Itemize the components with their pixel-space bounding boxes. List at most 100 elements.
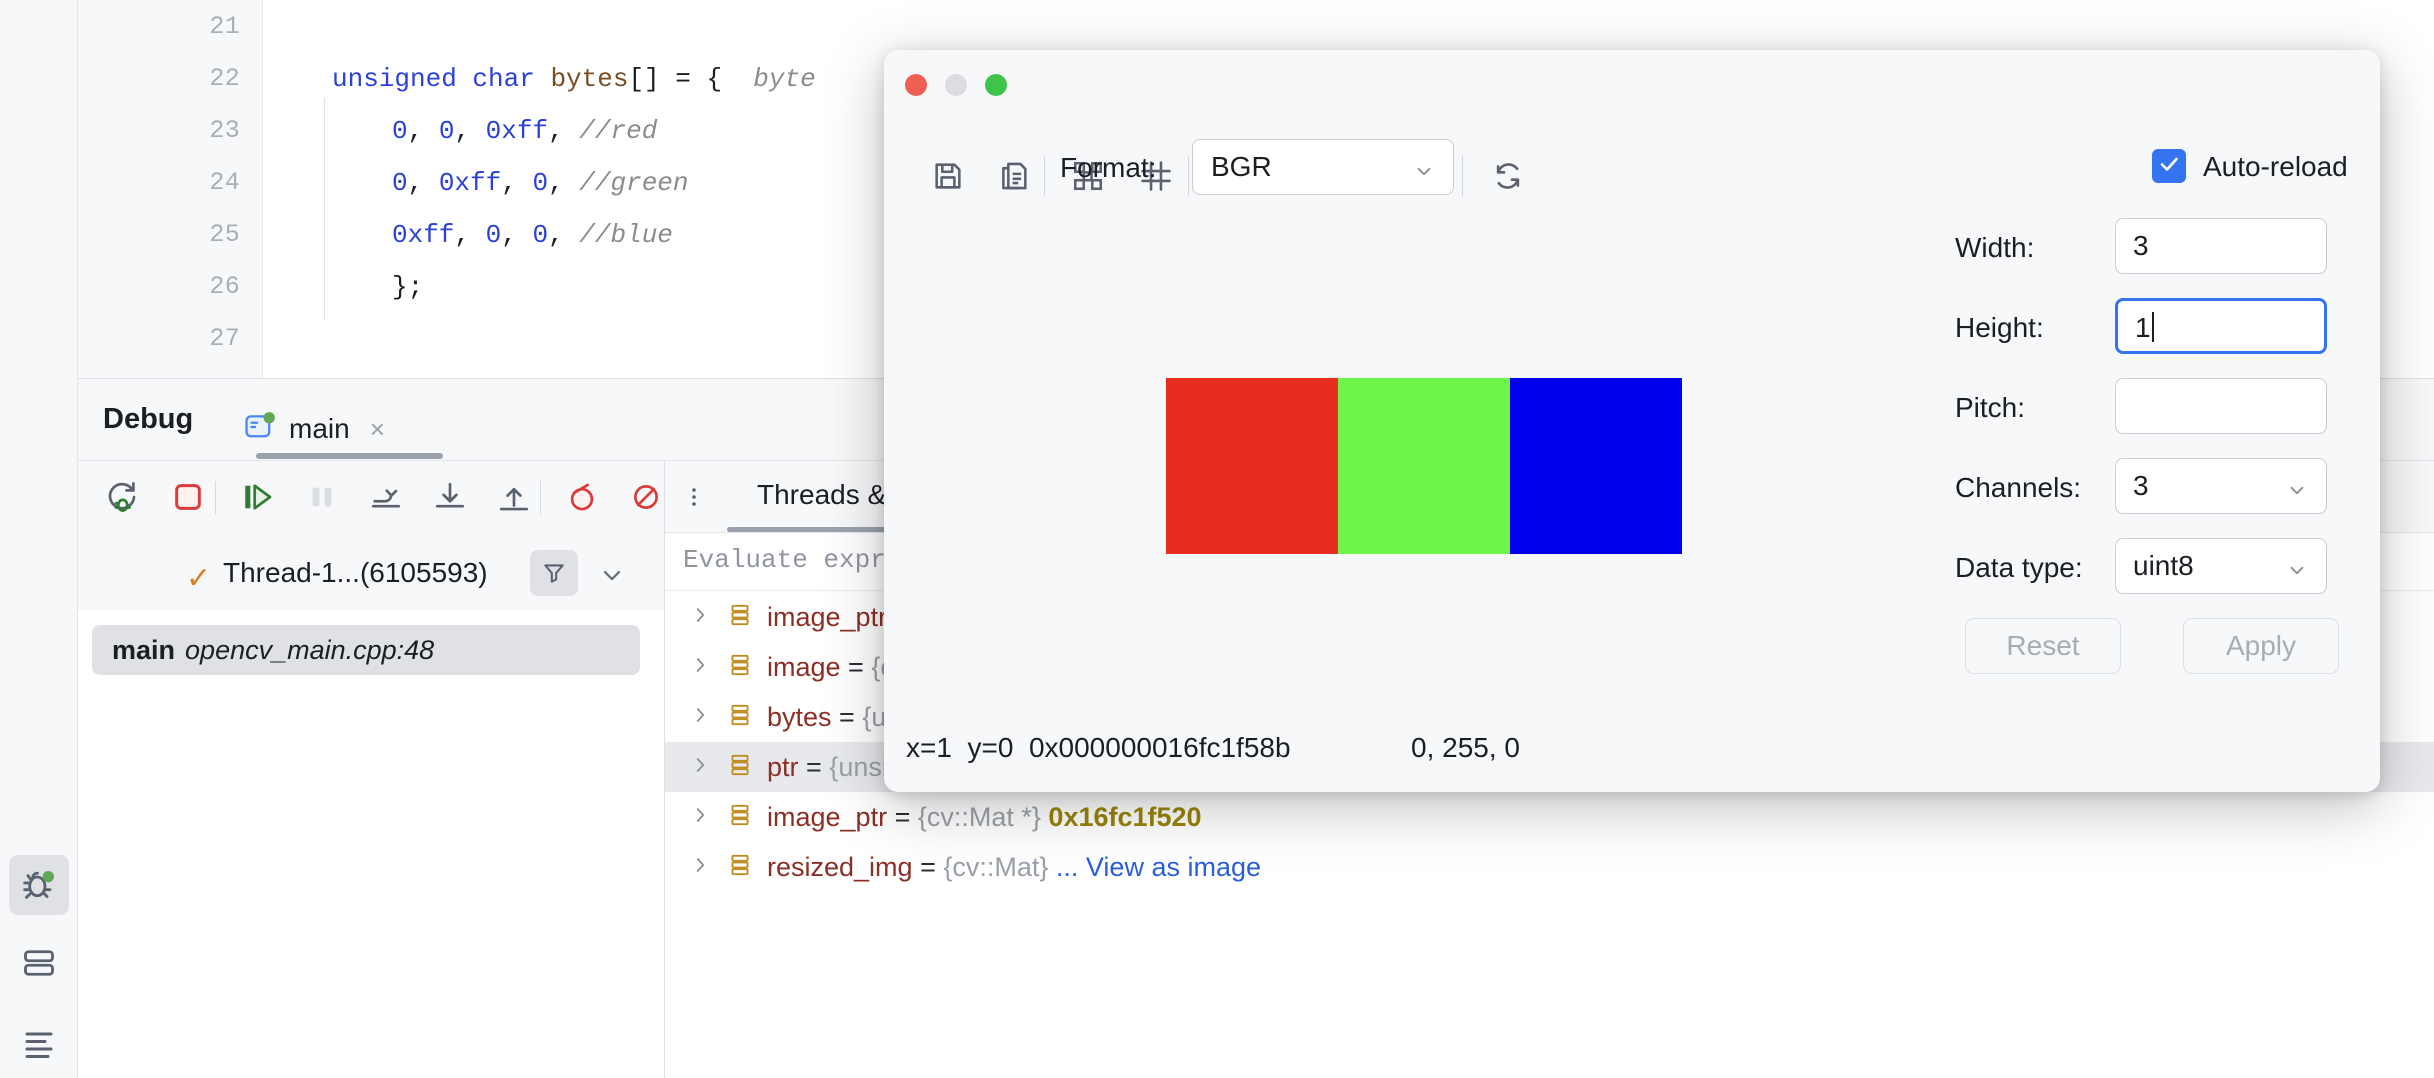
variable-type: {cv::Mat *}	[918, 802, 1049, 832]
chevron-right-icon[interactable]	[689, 702, 711, 733]
code-token: //green	[579, 168, 688, 198]
stop-icon[interactable]	[166, 475, 210, 519]
variable-name: resized_img	[767, 852, 913, 882]
variable-text: resized_img = {cv::Mat} ... View as imag…	[767, 852, 1261, 883]
minimize-window-button[interactable]	[945, 74, 967, 96]
code-token: ,	[548, 220, 579, 250]
sidebar-item-debug[interactable]	[9, 855, 69, 915]
variable-icon	[727, 702, 753, 733]
copy-image-icon[interactable]	[988, 150, 1040, 202]
height-input[interactable]: 1	[2115, 298, 2327, 354]
debug-toolbar	[78, 461, 664, 533]
indent-guide	[324, 98, 325, 320]
table-row[interactable]: image_ptr = {cv::Mat *} 0x16fc1f520	[665, 792, 2434, 842]
width-label: Width:	[1955, 232, 2034, 264]
page-title: Debug	[103, 403, 193, 436]
close-window-button[interactable]	[905, 74, 927, 96]
filter-icon[interactable]	[530, 550, 578, 596]
chevron-right-icon[interactable]	[689, 602, 711, 633]
list-item[interactable]: main opencv_main.cpp:48	[92, 625, 640, 675]
auto-reload-checkbox[interactable]	[2152, 149, 2186, 183]
mute-breakpoints-icon[interactable]	[560, 475, 604, 519]
view-breakpoints-icon[interactable]	[624, 475, 668, 519]
channels-value: 3	[2133, 470, 2149, 502]
app-root: 21 22 23 24 25 26 27 unsigned char bytes…	[0, 0, 2434, 1078]
code-token: ,	[454, 116, 485, 146]
image-pixel[interactable]	[1166, 378, 1338, 554]
maximize-window-button[interactable]	[985, 74, 1007, 96]
line-number: 25	[120, 220, 240, 249]
code-token: 0	[392, 116, 408, 146]
rerun-debug-icon[interactable]	[100, 475, 144, 519]
width-input[interactable]: 3	[2115, 218, 2327, 274]
variable-name: image_ptr	[767, 602, 887, 632]
height-label: Height:	[1955, 312, 2044, 344]
chevron-down-icon[interactable]	[598, 561, 626, 594]
image-canvas[interactable]	[884, 218, 1963, 710]
thread-name-label: Thread-1...(6105593)	[223, 557, 488, 589]
step-out-icon[interactable]	[492, 475, 536, 519]
code-token: 0xff	[439, 168, 501, 198]
data-type-value: uint8	[2133, 550, 2194, 582]
image-pixel[interactable]	[1510, 378, 1682, 554]
variable-name: ptr	[767, 752, 799, 782]
variable-icon	[727, 802, 753, 833]
dialog-titlebar[interactable]	[884, 50, 2380, 116]
step-over-icon[interactable]	[364, 475, 408, 519]
format-select[interactable]: BGR	[1192, 139, 1454, 195]
resume-icon[interactable]	[236, 475, 280, 519]
run-config-icon	[243, 410, 277, 449]
code-token: ,	[408, 168, 439, 198]
check-icon	[2157, 152, 2181, 181]
code-token: };	[392, 272, 423, 302]
view-as-image-link[interactable]: ... View as image	[1056, 852, 1261, 882]
code-token: ,	[548, 168, 579, 198]
more-options-icon[interactable]	[677, 479, 711, 515]
channels-label: Channels:	[1955, 472, 2081, 504]
refresh-icon[interactable]	[1482, 150, 1534, 202]
frame-location: opencv_main.cpp:48	[185, 635, 434, 666]
format-label: Format:	[1060, 152, 1156, 184]
pitch-input[interactable]	[2115, 378, 2327, 434]
apply-button[interactable]: Apply	[2183, 618, 2339, 674]
code-token: ,	[408, 116, 439, 146]
image-params-panel: Width: 3 Height: 1 Pitch: Channels: 3 Da…	[1955, 218, 2380, 710]
pause-icon[interactable]	[300, 475, 344, 519]
code-token: byte	[753, 64, 815, 94]
chevron-down-icon	[2286, 559, 2308, 586]
close-icon[interactable]: ×	[370, 414, 385, 445]
table-row[interactable]: resized_img = {cv::Mat} ... View as imag…	[665, 842, 2434, 892]
debug-session-tab[interactable]: main ×	[243, 397, 385, 461]
chevron-right-icon[interactable]	[689, 802, 711, 833]
reset-button[interactable]: Reset	[1965, 618, 2121, 674]
code-token: bytes	[550, 64, 628, 94]
variable-name: image	[767, 652, 841, 682]
chevron-right-icon[interactable]	[689, 652, 711, 683]
pitch-label: Pitch:	[1955, 392, 2025, 424]
save-image-icon[interactable]	[922, 150, 974, 202]
line-number: 24	[120, 168, 240, 197]
divider	[215, 481, 216, 515]
data-type-select[interactable]: uint8	[2115, 538, 2327, 594]
chevron-right-icon[interactable]	[689, 852, 711, 883]
frames-pane[interactable]: main opencv_main.cpp:48	[78, 611, 664, 1078]
code-token: [] = {	[628, 64, 753, 94]
channels-select[interactable]: 3	[2115, 458, 2327, 514]
thread-selector-row[interactable]: ✓ Thread-1...(6105593)	[78, 533, 664, 611]
code-line: };	[392, 272, 423, 302]
image-pixel[interactable]	[1338, 378, 1510, 554]
divider	[1188, 156, 1189, 196]
divider	[540, 481, 541, 515]
chevron-right-icon[interactable]	[689, 752, 711, 783]
terminal-lines-icon	[21, 1025, 57, 1066]
divider	[1044, 156, 1045, 196]
step-into-icon[interactable]	[428, 475, 472, 519]
data-type-label: Data type:	[1955, 552, 2083, 584]
code-token: 0	[392, 168, 408, 198]
variable-value: 0x16fc1f520	[1048, 802, 1201, 832]
sidebar-item-services[interactable]	[9, 935, 69, 995]
line-number: 26	[120, 272, 240, 301]
sidebar-item-terminal[interactable]	[9, 1015, 69, 1075]
code-token: 0	[532, 220, 548, 250]
image-preview[interactable]	[1166, 378, 1682, 554]
